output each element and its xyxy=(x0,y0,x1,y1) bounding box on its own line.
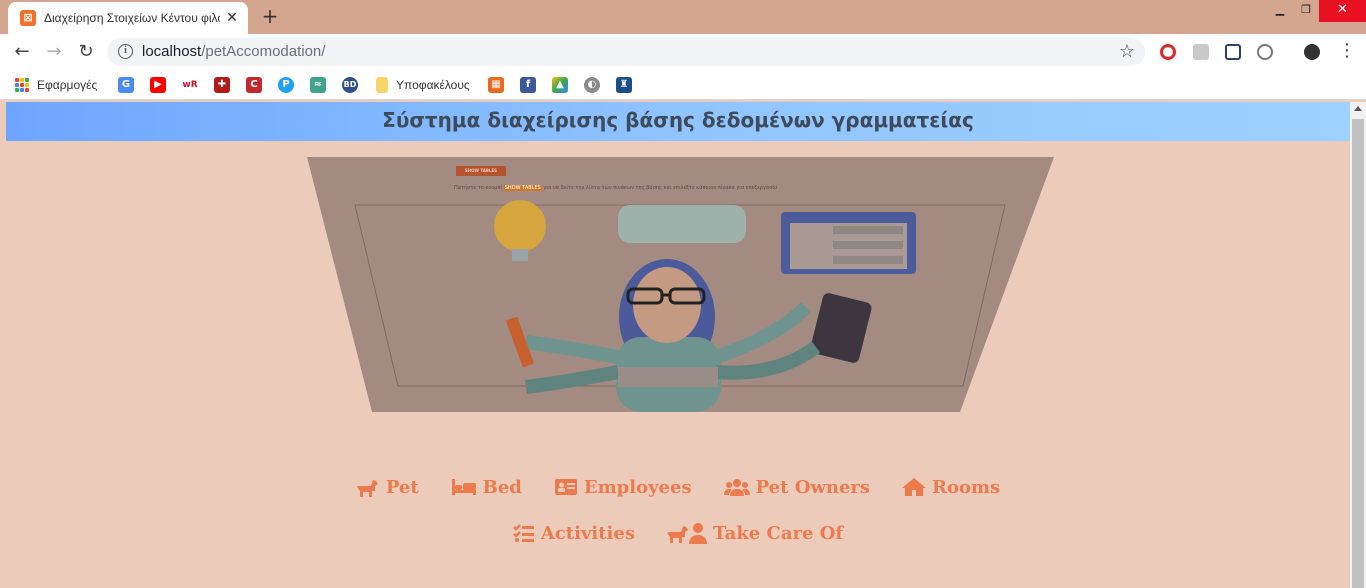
bookmark-wordreference[interactable]: wR xyxy=(182,76,198,94)
nav-link-activities-label: Activities xyxy=(540,522,635,544)
bookmark-folder[interactable]: Υποφακέλους xyxy=(376,76,470,94)
grid-tool-icon[interactable] xyxy=(1225,44,1241,60)
folder-icon xyxy=(376,77,388,93)
hero-hint-after: για να δείτε την λίστα των πινάκων της β… xyxy=(543,185,778,191)
bookmark-drive[interactable]: ▲ xyxy=(552,76,568,94)
translate-icon: G xyxy=(118,77,134,93)
infinity-icon[interactable] xyxy=(1257,44,1273,60)
bookmark-facebook[interactable]: f xyxy=(520,76,536,94)
forward-button[interactable]: → xyxy=(40,38,68,66)
address-bar[interactable]: i localhost/petAccomodation/ ☆ xyxy=(107,38,1145,66)
menu-icon[interactable]: ⋮ xyxy=(1338,40,1356,62)
show-tables-button[interactable]: SHOW TABLES xyxy=(456,166,506,176)
bookmark-globe[interactable]: ◐ xyxy=(584,76,600,94)
bd-logo-icon: BD xyxy=(342,77,358,93)
tasks-icon xyxy=(512,524,534,542)
scroll-up-arrow-icon[interactable] xyxy=(1354,106,1362,111)
shield-icon: ✚ xyxy=(214,77,230,93)
bookmark-bd[interactable]: BD xyxy=(342,76,358,94)
nav-link-activities[interactable]: Activities xyxy=(512,522,635,544)
facebook-icon: f xyxy=(520,77,536,93)
vertical-scrollbar[interactable] xyxy=(1350,102,1366,588)
opera-icon[interactable] xyxy=(1160,44,1176,60)
nav-link-bed-label: Bed xyxy=(482,476,522,498)
tab-title: Διαχείρηση Στοιχείων Κέντου φιλοξενίας xyxy=(44,11,220,25)
hero-hint-text: Πατήστε το κουμπί SHOW TABLES για να δεί… xyxy=(454,185,777,191)
nav-link-pet-label: Pet xyxy=(385,476,419,498)
drive-icon: ▲ xyxy=(552,77,568,93)
page-banner: Σύστημα διαχείρισης βάσης δεδομένων γραμ… xyxy=(6,102,1350,141)
bookmark-c[interactable]: C xyxy=(246,76,262,94)
id-card-icon xyxy=(554,479,577,495)
new-tab-button[interactable]: + xyxy=(258,5,282,29)
page-title: Σύστημα διαχείρισης βάσης δεδομένων γραμ… xyxy=(382,108,974,132)
apps-icon xyxy=(15,78,29,92)
bookmark-shield[interactable]: ✚ xyxy=(214,76,230,94)
url-host: localhost xyxy=(142,43,202,60)
p-logo-icon: P xyxy=(278,77,294,93)
nav-link-take-care-of[interactable]: Take Care Of xyxy=(666,522,844,544)
hero-hint-before: Πατήστε το κουμπί xyxy=(454,185,503,191)
blocks-icon: ▦ xyxy=(488,77,504,93)
bookmarks-bar: Εφαρμογές G ▶ wR ✚ C P ≈ BD Υποφακέλους … xyxy=(0,70,1366,100)
url-path: /petAccomodation/ xyxy=(201,43,326,60)
scrollbar-thumb[interactable] xyxy=(1352,119,1364,588)
home-icon xyxy=(902,478,927,496)
url-text: localhost/petAccomodation/ xyxy=(142,43,325,60)
bookmark-youtube[interactable]: ▶ xyxy=(150,76,166,94)
back-button[interactable]: ← xyxy=(8,38,36,66)
hero-illustration-graphic xyxy=(307,157,1054,412)
reload-button[interactable]: ↻ xyxy=(72,38,100,66)
avatar[interactable] xyxy=(1304,44,1320,60)
nav-link-pet-owners[interactable]: Pet Owners xyxy=(723,476,871,498)
globe-icon: ◐ xyxy=(584,77,600,93)
nav-link-take-care-of-label: Take Care Of xyxy=(712,522,844,544)
close-icon[interactable]: ✕ xyxy=(224,10,240,26)
browser-toolbar: ← → ↻ i localhost/petAccomodation/ ☆ ⋮ xyxy=(0,34,1366,70)
hero-illustration: SHOW TABLES Πατήστε το κουμπί SHOW TABLE… xyxy=(6,157,1350,412)
main-nav-row-1: Pet Bed Employees Pet Owners Rooms xyxy=(6,464,1350,510)
window-close-button[interactable]: ✕ xyxy=(1319,0,1366,22)
bookmark-folder-label: Υποφακέλους xyxy=(396,78,470,92)
dog-icon xyxy=(356,480,378,497)
bookmark-castle[interactable]: ♜ xyxy=(616,76,632,94)
extension-icon[interactable] xyxy=(1193,44,1209,60)
castle-icon: ♜ xyxy=(616,77,632,93)
bookmark-p[interactable]: P xyxy=(278,76,294,94)
c-logo-icon: C xyxy=(246,77,262,93)
book-icon: ≈ xyxy=(310,77,326,93)
nav-link-bed[interactable]: Bed xyxy=(451,477,522,498)
hero-hint-mark: SHOW TABLES xyxy=(503,185,542,191)
nav-link-rooms-label: Rooms xyxy=(932,476,1001,498)
dog-user-icon xyxy=(666,523,707,544)
nav-link-employees-label: Employees xyxy=(583,476,692,498)
nav-link-pet[interactable]: Pet xyxy=(356,477,419,498)
nav-link-rooms[interactable]: Rooms xyxy=(902,477,1000,498)
main-nav: Pet Bed Employees Pet Owners Rooms Activ… xyxy=(6,464,1350,556)
users-icon xyxy=(723,479,750,496)
minimize-button[interactable]: ▁ xyxy=(1267,0,1293,22)
browser-titlebar: ⊠ Διαχείρηση Στοιχείων Κέντου φιλοξενίας… xyxy=(0,0,1366,34)
nav-link-pet-owners-label: Pet Owners xyxy=(755,476,871,498)
bookmark-book[interactable]: ≈ xyxy=(310,76,326,94)
nav-link-employees[interactable]: Employees xyxy=(554,477,692,498)
bookmark-apps-label: Εφαρμογές xyxy=(37,78,98,92)
wordreference-icon: wR xyxy=(182,77,198,93)
bookmark-translate[interactable]: G xyxy=(118,76,134,94)
browser-tab[interactable]: ⊠ Διαχείρηση Στοιχείων Κέντου φιλοξενίας… xyxy=(8,2,248,34)
xampp-icon: ⊠ xyxy=(20,10,36,26)
bookmark-apps[interactable]: Εφαρμογές xyxy=(15,76,97,94)
restore-button[interactable]: ❐ xyxy=(1293,0,1319,22)
bookmark-blocks[interactable]: ▦ xyxy=(488,76,504,94)
bookmark-star-icon[interactable]: ☆ xyxy=(1119,41,1135,62)
window-controls: ▁ ❐ ✕ xyxy=(1267,0,1366,22)
youtube-icon: ▶ xyxy=(150,77,166,93)
page: Σύστημα διαχείρισης βάσης δεδομένων γραμ… xyxy=(6,102,1350,588)
info-icon[interactable]: i xyxy=(118,44,133,59)
bed-icon xyxy=(451,479,476,495)
main-nav-row-2: Activities Take Care Of xyxy=(6,510,1350,556)
